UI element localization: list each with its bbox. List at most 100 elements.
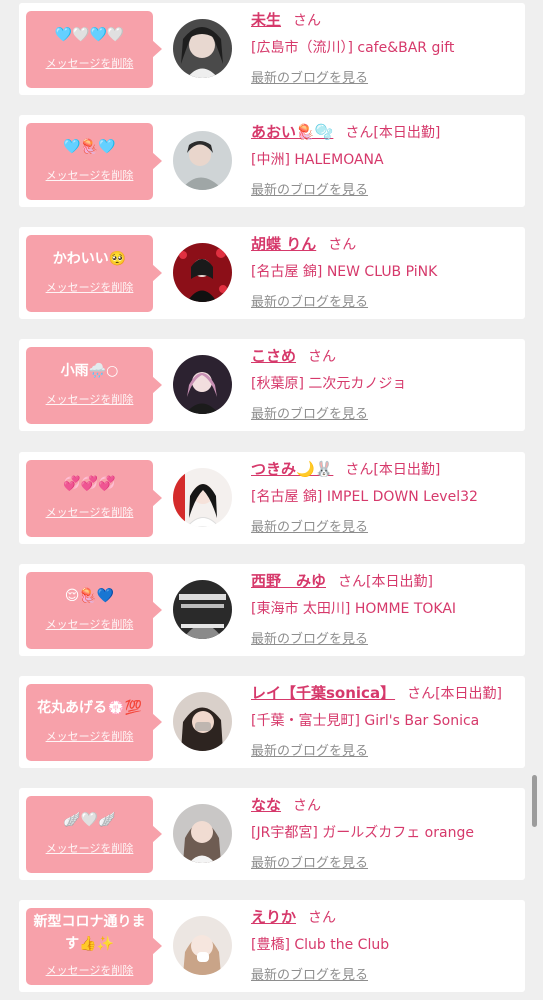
message-bubble: 🪽🤍🪽 メッセージを削除 xyxy=(26,796,162,873)
shop-name: [広島市（流川）] cafe&BAR gift xyxy=(251,40,455,56)
avatar[interactable] xyxy=(173,243,232,302)
name-line: こさめ さん xyxy=(251,345,336,367)
message-bubble: 小雨🌧️○ メッセージを削除 xyxy=(26,347,162,424)
delete-message-link[interactable]: メッセージを削除 xyxy=(26,279,153,295)
latest-blog-link[interactable]: 最新のブログを見る xyxy=(251,516,368,535)
cast-name-link[interactable]: 胡蝶 りん xyxy=(251,235,316,253)
cast-name-link[interactable]: レイ【千葉sonica】 xyxy=(251,684,395,702)
message-text: 新型コロナ通ります👍✨ xyxy=(33,914,146,952)
name-suffix: さん xyxy=(308,349,337,365)
delete-message-link[interactable]: メッセージを削除 xyxy=(26,55,153,71)
message-card: 🪽🤍🪽 メッセージを削除 なな さん [JR宇都宮] ガールズカフェ orange… xyxy=(19,788,525,880)
message-text: かわいい🥺 xyxy=(52,251,127,267)
name-suffix: さん xyxy=(293,13,322,29)
latest-blog-link[interactable]: 最新のブログを見る xyxy=(251,403,368,422)
cast-name-link[interactable]: こさめ xyxy=(251,347,296,365)
avatar[interactable] xyxy=(173,692,232,751)
message-bubble: 🩵🤍🩵🤍 メッセージを削除 xyxy=(26,11,162,88)
latest-blog-link[interactable]: 最新のブログを見る xyxy=(251,740,368,759)
name-line: 胡蝶 りん さん xyxy=(251,233,356,255)
name-line: つきみ🌙🐰 さん[本日出勤] xyxy=(251,458,440,480)
name-line: レイ【千葉sonica】 さん[本日出勤] xyxy=(251,682,502,704)
cast-name-link[interactable]: 未生 xyxy=(251,11,281,29)
person-avatar-icon xyxy=(173,804,232,863)
message-bubble: 😌🪼💙 メッセージを削除 xyxy=(26,572,162,649)
shop-name: [千葉・富士見町] Girl's Bar Sonica xyxy=(251,713,480,729)
shop-name: [豊橋] Club the Club xyxy=(251,937,390,953)
avatar[interactable] xyxy=(173,355,232,414)
message-text: 🩵🤍🩵🤍 xyxy=(54,27,125,43)
delete-message-link[interactable]: メッセージを削除 xyxy=(26,840,153,856)
message-card: 💞💞💞 メッセージを削除 つきみ🌙🐰 さん[本日出勤] [名古屋 錦] IMPEL… xyxy=(19,452,525,544)
delete-message-link[interactable]: メッセージを削除 xyxy=(26,728,153,744)
name-suffix: さん[本日出勤] xyxy=(345,125,441,141)
cast-name-link[interactable]: あおい🪼🫧 xyxy=(251,123,333,141)
name-suffix: さん[本日出勤] xyxy=(338,574,433,590)
avatar[interactable] xyxy=(173,580,232,639)
avatar[interactable] xyxy=(173,19,232,78)
message-card: 小雨🌧️○ メッセージを削除 こさめ さん [秋葉原] 二次元カノジョ 最新のブロ… xyxy=(19,339,525,431)
message-bubble: かわいい🥺 メッセージを削除 xyxy=(26,235,162,312)
message-bubble: 新型コロナ通ります👍✨ メッセージを削除 xyxy=(26,908,162,985)
name-line: なな さん xyxy=(251,794,321,816)
cast-name-link[interactable]: えりか xyxy=(251,908,296,926)
name-line: 西野 みゆ さん[本日出勤] xyxy=(251,570,433,592)
cast-name-link[interactable]: なな xyxy=(251,796,281,814)
avatar[interactable] xyxy=(173,804,232,863)
message-bubble: 🩵🪼🩵 メッセージを削除 xyxy=(26,123,162,200)
person-avatar-icon xyxy=(173,243,232,302)
message-text: 🪽🤍🪽 xyxy=(63,812,116,828)
avatar[interactable] xyxy=(173,131,232,190)
name-suffix: さん[本日出勤] xyxy=(345,462,441,478)
name-suffix: さん xyxy=(308,910,337,926)
name-suffix: さん xyxy=(328,237,357,253)
name-suffix: さん[本日出勤] xyxy=(407,686,503,702)
message-text: 小雨🌧️○ xyxy=(60,363,119,379)
message-bubble: 💞💞💞 メッセージを削除 xyxy=(26,460,162,537)
shop-name: [東海市 太田川] HOMME TOKAI xyxy=(251,601,457,617)
shop-name: [秋葉原] 二次元カノジョ xyxy=(251,376,407,392)
name-suffix: さん xyxy=(293,798,322,814)
latest-blog-link[interactable]: 最新のブログを見る xyxy=(251,964,368,983)
name-line: あおい🪼🫧 さん[本日出勤] xyxy=(251,121,440,143)
message-card: かわいい🥺 メッセージを削除 胡蝶 りん さん [名古屋 錦] NEW CLUB … xyxy=(19,227,525,319)
message-bubble: 花丸あげる💮💯 メッセージを削除 xyxy=(26,684,162,761)
message-card: 🩵🪼🩵 メッセージを削除 あおい🪼🫧 さん[本日出勤] [中洲] HALEMOAN… xyxy=(19,115,525,207)
latest-blog-link[interactable]: 最新のブログを見る xyxy=(251,628,368,647)
person-avatar-icon xyxy=(173,692,232,751)
person-avatar-icon xyxy=(173,131,232,190)
name-line: えりか さん xyxy=(251,906,336,928)
message-card: 花丸あげる💮💯 メッセージを削除 レイ【千葉sonica】 さん[本日出勤] [千… xyxy=(19,676,525,768)
shop-name: [JR宇都宮] ガールズカフェ orange xyxy=(251,825,474,841)
person-avatar-icon xyxy=(173,468,232,527)
delete-message-link[interactable]: メッセージを削除 xyxy=(26,962,153,978)
person-avatar-icon xyxy=(173,916,232,975)
message-card: 🩵🤍🩵🤍 メッセージを削除 未生 さん [広島市（流川）] cafe&BAR gi… xyxy=(19,3,525,95)
message-card: 新型コロナ通ります👍✨ メッセージを削除 えりか さん [豊橋] Club the… xyxy=(19,900,525,992)
name-line: 未生 さん xyxy=(251,9,321,31)
message-text: 😌🪼💙 xyxy=(64,588,115,604)
scrollbar[interactable] xyxy=(532,775,537,827)
avatar[interactable] xyxy=(173,916,232,975)
shop-name: [名古屋 錦] IMPEL DOWN Level32 xyxy=(251,489,478,505)
person-avatar-icon xyxy=(173,580,232,639)
message-text: 💞💞💞 xyxy=(63,476,116,492)
cast-name-link[interactable]: 西野 みゆ xyxy=(251,572,326,590)
latest-blog-link[interactable]: 最新のブログを見る xyxy=(251,291,368,310)
delete-message-link[interactable]: メッセージを削除 xyxy=(26,391,153,407)
cast-name-link[interactable]: つきみ🌙🐰 xyxy=(251,460,333,478)
latest-blog-link[interactable]: 最新のブログを見る xyxy=(251,179,368,198)
delete-message-link[interactable]: メッセージを削除 xyxy=(26,616,153,632)
shop-name: [名古屋 錦] NEW CLUB PiNK xyxy=(251,264,438,280)
shop-name: [中洲] HALEMOANA xyxy=(251,152,384,168)
person-avatar-icon xyxy=(173,19,232,78)
delete-message-link[interactable]: メッセージを削除 xyxy=(26,504,153,520)
latest-blog-link[interactable]: 最新のブログを見る xyxy=(251,67,368,86)
delete-message-link[interactable]: メッセージを削除 xyxy=(26,167,153,183)
latest-blog-link[interactable]: 最新のブログを見る xyxy=(251,852,368,871)
avatar[interactable] xyxy=(173,468,232,527)
message-text: 花丸あげる💮💯 xyxy=(37,700,142,716)
message-card: 😌🪼💙 メッセージを削除 西野 みゆ さん[本日出勤] [東海市 太田川] HOM… xyxy=(19,564,525,656)
person-avatar-icon xyxy=(173,355,232,414)
message-text: 🩵🪼🩵 xyxy=(63,139,116,155)
